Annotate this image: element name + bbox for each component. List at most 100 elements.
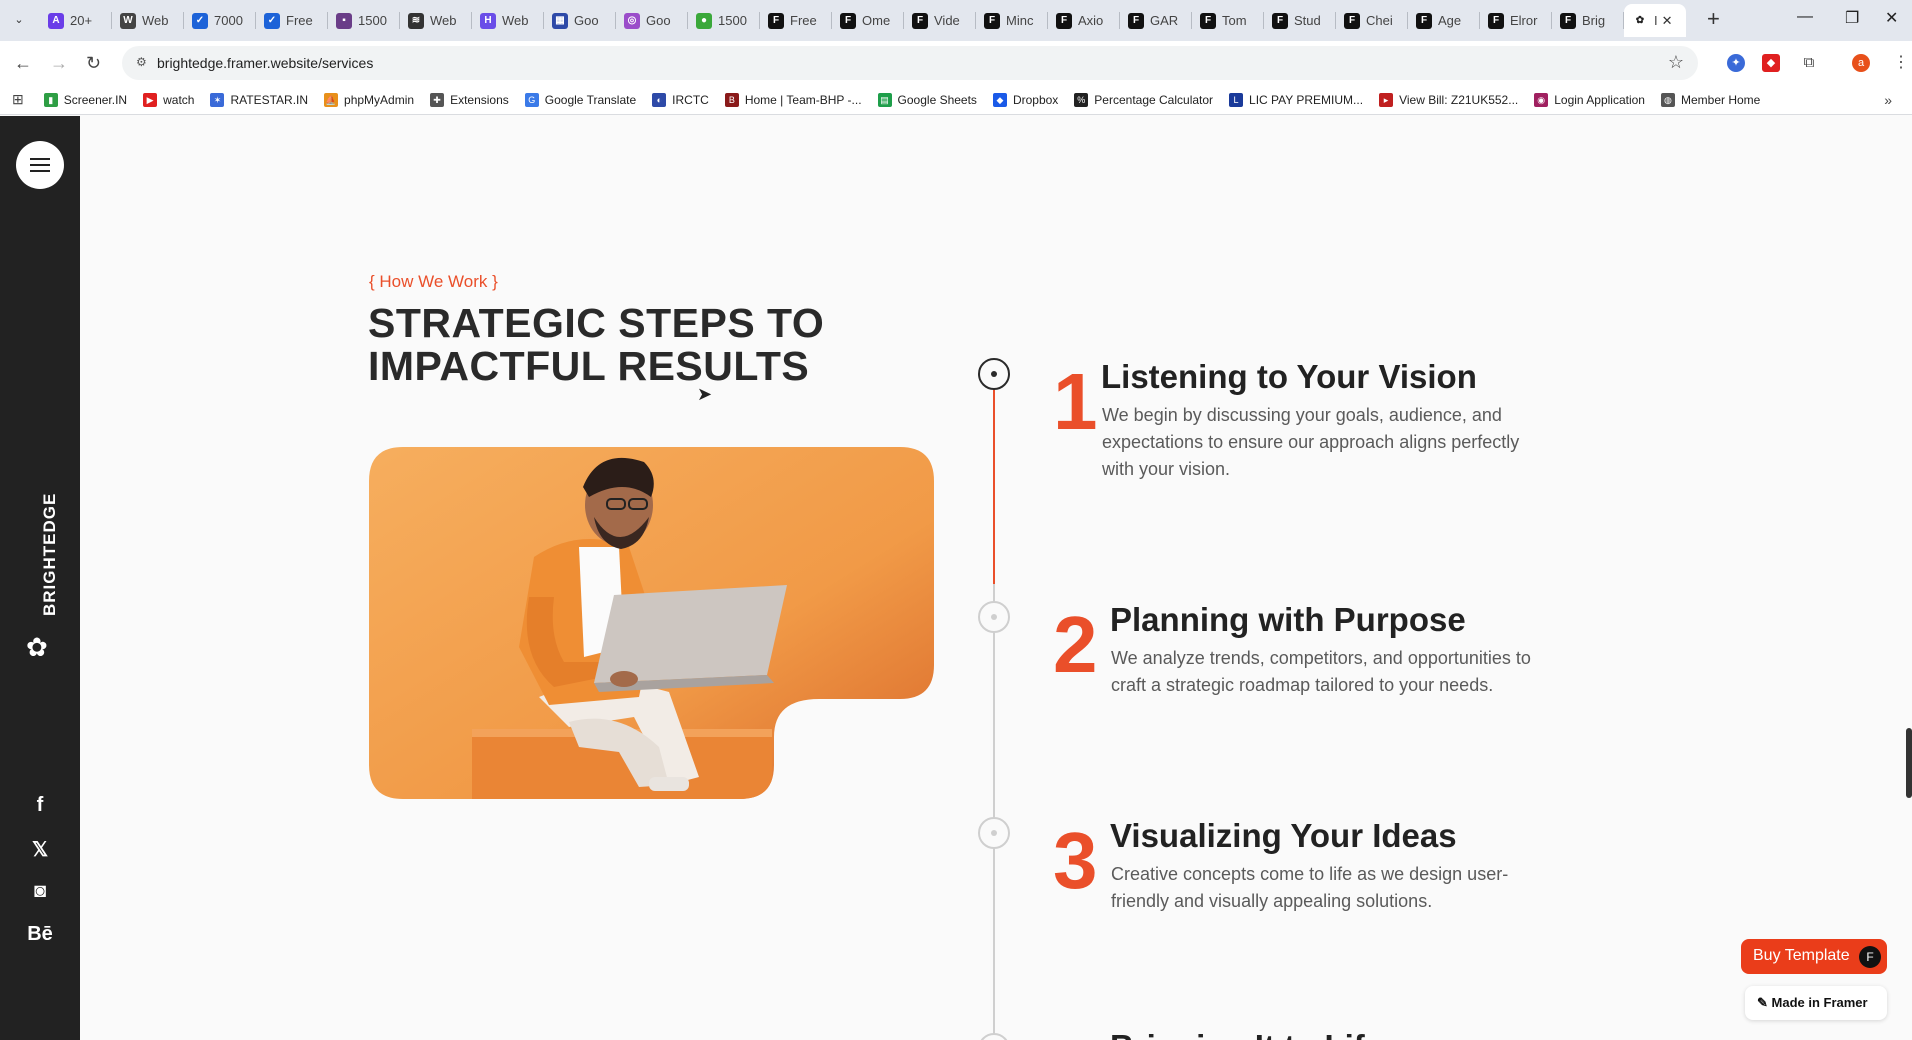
bookmark-item[interactable]: ✚ Extensions <box>430 92 509 107</box>
restore-icon[interactable]: ❐ <box>1845 8 1859 28</box>
bookmark-label: watch <box>163 92 195 107</box>
bookmark-item[interactable]: G Google Translate <box>524 92 636 107</box>
browser-tab[interactable]: ✓ Free <box>256 4 328 37</box>
browser-tab[interactable]: F Vide <box>904 4 976 37</box>
bookmark-item[interactable]: ◍ Member Home <box>1660 92 1760 107</box>
tab-favicon-icon: F <box>1560 12 1576 29</box>
bookmark-label: Screener.IN <box>63 92 128 107</box>
made-in-framer-badge[interactable]: ✎ Made in Framer <box>1745 986 1887 1020</box>
x-icon[interactable]: 𝕏 <box>0 837 80 862</box>
site-info-icon[interactable]: ⚙ <box>136 55 147 69</box>
browser-tab[interactable]: F Age <box>1408 4 1480 37</box>
bookmark-item[interactable]: ▤ Google Sheets <box>877 92 977 107</box>
tab-favicon-icon: F <box>1344 12 1360 29</box>
profile-avatar[interactable]: a <box>1852 54 1870 72</box>
minimize-icon[interactable]: — <box>1797 8 1813 26</box>
bookmark-favicon-icon: ▶ <box>143 92 158 107</box>
apps-grid-icon[interactable]: ⊞ <box>12 91 24 108</box>
browser-tab[interactable]: F Axio <box>1048 4 1120 37</box>
tab-favicon-icon: ▦ <box>552 12 568 29</box>
bookmark-item[interactable]: ✶ RATESTAR.IN <box>210 92 308 107</box>
tab-label: Web <box>430 13 457 28</box>
browser-tab[interactable]: ● 1500 <box>688 4 760 37</box>
browser-menu-icon[interactable]: ⋮ <box>1893 52 1909 74</box>
tab-close-icon[interactable]: ✕ <box>1662 13 1673 29</box>
browser-tab[interactable]: F Free <box>760 4 832 37</box>
tab-label: Stud <box>1294 13 1321 28</box>
tab-label: Minc <box>1006 13 1034 28</box>
browser-tab[interactable]: F GAR <box>1120 4 1192 37</box>
extension-icon[interactable]: ✦ <box>1727 54 1745 72</box>
tab-label: Web <box>142 13 169 28</box>
tab-label: Goo <box>574 13 599 28</box>
timeline-dot-1 <box>978 358 1010 390</box>
framer-icon: ✎ <box>1757 995 1772 1010</box>
extensions-puzzle-icon[interactable]: ⧉ <box>1800 54 1818 72</box>
bookmark-item[interactable]: ◉ Login Application <box>1534 92 1645 107</box>
bookmark-item[interactable]: ▶ watch <box>143 92 195 107</box>
browser-tab[interactable]: H Web <box>472 4 544 37</box>
browser-tab[interactable]: W Web <box>112 4 184 37</box>
browser-tab[interactable]: F Stud <box>1264 4 1336 37</box>
tab-favicon-icon: W <box>120 12 136 29</box>
browser-tab[interactable]: F Elror <box>1480 4 1552 37</box>
bookmark-item[interactable]: % Percentage Calculator <box>1074 92 1213 107</box>
tab-favicon-icon: ▪ <box>336 12 352 29</box>
bookmark-item[interactable]: B Home | Team-BHP -... <box>724 92 862 107</box>
tab-label: Free <box>790 13 817 28</box>
reload-icon[interactable]: ↻ <box>86 52 101 74</box>
browser-tab[interactable]: ▦ Goo <box>544 4 616 37</box>
page-scrollbar[interactable] <box>1906 728 1912 798</box>
tab-favicon-icon: F <box>1128 12 1144 29</box>
browser-tab[interactable]: F Brig <box>1552 4 1624 37</box>
step-title: Listening to Your Vision <box>1101 358 1477 395</box>
timeline-line <box>993 584 995 1040</box>
brand-logo[interactable]: BRIGHTEDGE ✿ <box>24 493 59 666</box>
browser-tab[interactable]: ◎ Goo <box>616 4 688 37</box>
bookmark-item[interactable]: ◐ IRCTC <box>652 92 709 107</box>
browser-tab[interactable]: A 20+ <box>40 4 112 37</box>
tab-favicon-icon: F <box>840 12 856 29</box>
timeline-dot-4 <box>978 1033 1010 1040</box>
tab-label: Chei <box>1366 13 1393 28</box>
behance-icon[interactable]: Bē <box>0 923 80 946</box>
buy-template-button[interactable]: Buy Template F <box>1741 939 1887 974</box>
headline-line-2: IMPACTFUL RESULTS <box>368 343 810 389</box>
tab-label: I <box>1654 13 1658 28</box>
browser-tab[interactable]: F Chei <box>1336 4 1408 37</box>
tab-search-chevron-icon[interactable]: ⌄ <box>8 9 30 31</box>
browser-tab[interactable]: ✓ 7000 <box>184 4 256 37</box>
tab-favicon-icon: A <box>48 12 64 29</box>
bookmark-label: Google Sheets <box>897 92 977 107</box>
tab-label: Web <box>502 13 529 28</box>
bookmark-favicon-icon: ▤ <box>877 92 892 107</box>
bookmark-item[interactable]: L LIC PAY PREMIUM... <box>1229 92 1363 107</box>
bookmark-item[interactable]: ▮ Screener.IN <box>43 92 128 107</box>
browser-tab[interactable]: F Minc <box>976 4 1048 37</box>
browser-tab[interactable]: ≋ Web <box>400 4 472 37</box>
back-arrow-icon[interactable]: ← <box>14 52 32 74</box>
tab-favicon-icon: ◎ <box>624 12 640 29</box>
facebook-icon[interactable]: f <box>0 794 80 817</box>
step-title: Planning with Purpose <box>1110 601 1466 638</box>
url-text[interactable]: brightedge.framer.website/services <box>157 55 373 71</box>
omnibox[interactable]: ⚙ brightedge.framer.website/services ☆ <box>122 46 1698 80</box>
bookmark-item[interactable]: ⛵ phpMyAdmin <box>324 92 414 107</box>
step-number: 1 <box>1053 357 1098 446</box>
forward-arrow-icon[interactable]: → <box>50 52 68 74</box>
browser-tab[interactable]: F Ome <box>832 4 904 37</box>
bookmark-star-icon[interactable]: ☆ <box>1668 52 1684 73</box>
step-description: Creative concepts come to life as we des… <box>1111 864 1509 911</box>
bookmarks-overflow-icon[interactable]: » <box>1884 92 1892 108</box>
shield-extension-icon[interactable]: ◆ <box>1762 54 1780 72</box>
bookmark-item[interactable]: ▸ View Bill: Z21UK552... <box>1379 92 1518 107</box>
new-tab-plus-icon[interactable]: + <box>1707 8 1720 30</box>
instagram-icon[interactable]: ◙ <box>0 880 80 903</box>
browser-tab-active[interactable]: ✿ I ✕ <box>1624 4 1686 37</box>
close-window-icon[interactable]: ✕ <box>1885 8 1898 28</box>
hamburger-menu-button[interactable] <box>16 141 64 189</box>
browser-tab[interactable]: ▪ 1500 <box>328 4 400 37</box>
bookmark-item[interactable]: ◆ Dropbox <box>992 92 1058 107</box>
bookmark-favicon-icon: ⛵ <box>324 92 339 107</box>
browser-tab[interactable]: F Tom <box>1192 4 1264 37</box>
